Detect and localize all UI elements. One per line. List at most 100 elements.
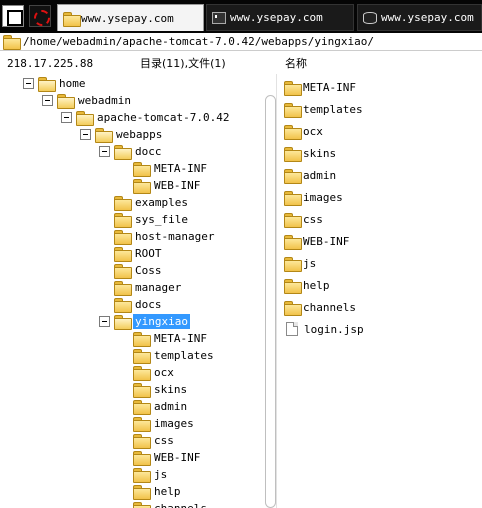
tree-node[interactable]: ROOT bbox=[114, 246, 164, 262]
file-list-item[interactable]: admin bbox=[284, 167, 337, 184]
tree-node[interactable]: docc bbox=[99, 144, 164, 160]
folder-icon bbox=[284, 146, 302, 162]
terminal-icon bbox=[212, 11, 226, 24]
folder-icon bbox=[3, 35, 21, 50]
tree-node[interactable]: home bbox=[23, 76, 88, 92]
collapse-toggle-icon[interactable] bbox=[42, 95, 53, 106]
folder-icon bbox=[133, 349, 151, 364]
file-name: channels bbox=[303, 300, 356, 314]
tree-node[interactable]: META-INF bbox=[133, 161, 209, 177]
folder-icon bbox=[284, 278, 302, 294]
file-name: META-INF bbox=[303, 80, 356, 94]
folder-icon bbox=[114, 281, 132, 296]
tree-node[interactable]: ocx bbox=[133, 365, 176, 381]
file-icon bbox=[286, 322, 298, 336]
tree-node-label: manager bbox=[135, 281, 182, 294]
folder-icon bbox=[114, 315, 132, 330]
file-list-item[interactable]: META-INF bbox=[284, 79, 356, 96]
tree-node-label: examples bbox=[135, 196, 188, 209]
collapse-toggle-icon[interactable] bbox=[61, 112, 72, 123]
tree-node[interactable]: channels bbox=[133, 501, 209, 508]
folder-icon bbox=[284, 212, 302, 228]
file-name: css bbox=[303, 212, 323, 226]
tree-node[interactable]: js bbox=[133, 467, 169, 483]
folder-icon bbox=[95, 128, 113, 143]
folder-icon bbox=[114, 196, 132, 211]
file-list-item[interactable]: ocx bbox=[284, 123, 323, 140]
collapse-toggle-icon[interactable] bbox=[23, 78, 34, 89]
folder-icon bbox=[284, 234, 302, 250]
folder-icon bbox=[114, 264, 132, 279]
file-list-item[interactable]: login.jsp bbox=[284, 321, 364, 337]
tree-node[interactable]: manager bbox=[114, 280, 183, 296]
tree-node[interactable]: Coss bbox=[114, 263, 164, 279]
folder-icon bbox=[57, 94, 75, 109]
tree-node[interactable]: css bbox=[133, 433, 176, 449]
tree-node[interactable]: admin bbox=[133, 399, 189, 415]
pane-splitter[interactable] bbox=[276, 74, 277, 508]
collapse-toggle-icon[interactable] bbox=[99, 146, 110, 157]
server-ip: 218.17.225.88 bbox=[7, 56, 94, 70]
folder-icon bbox=[133, 468, 151, 483]
tree-node[interactable]: WEB-INF bbox=[133, 178, 202, 194]
collapse-toggle-icon[interactable] bbox=[80, 129, 91, 140]
tree-node-label: webadmin bbox=[78, 94, 131, 107]
folder-icon bbox=[284, 124, 302, 140]
collapse-toggle-icon[interactable] bbox=[99, 316, 110, 327]
file-name: login.jsp bbox=[304, 322, 364, 336]
file-list-item[interactable]: WEB-INF bbox=[284, 233, 350, 250]
file-name: WEB-INF bbox=[303, 234, 350, 248]
file-list-item[interactable]: js bbox=[284, 255, 316, 272]
tab-file-manager[interactable]: www.ysepay.com bbox=[57, 4, 204, 31]
folder-icon bbox=[114, 230, 132, 245]
file-list-item[interactable]: help bbox=[284, 277, 330, 294]
file-list-item[interactable]: images bbox=[284, 189, 343, 206]
file-list-item[interactable]: skins bbox=[284, 145, 337, 162]
folder-icon bbox=[114, 213, 132, 228]
tree-node-label: skins bbox=[154, 383, 188, 396]
tree-node[interactable]: META-INF bbox=[133, 331, 209, 347]
folder-icon bbox=[284, 168, 302, 184]
window-menu-button[interactable] bbox=[2, 5, 24, 27]
tree-node[interactable]: help bbox=[133, 484, 183, 500]
name-column-header[interactable]: 名称 bbox=[285, 54, 307, 72]
folder-icon bbox=[284, 256, 302, 272]
tree-node[interactable]: webadmin bbox=[42, 93, 133, 109]
path-bar[interactable]: /home/webadmin/apache-tomcat-7.0.42/weba… bbox=[0, 33, 482, 51]
tree-node[interactable]: sys_file bbox=[114, 212, 190, 228]
tree-node-label: home bbox=[59, 77, 86, 90]
file-list-item[interactable]: templates bbox=[284, 101, 363, 118]
tree-node-label: js bbox=[154, 468, 168, 481]
file-name: admin bbox=[303, 168, 337, 182]
tree-node-label: css bbox=[154, 434, 174, 447]
tree-node[interactable]: WEB-INF bbox=[133, 450, 202, 466]
tree-node-label: yingxiao bbox=[133, 314, 190, 329]
tree-node-label: webapps bbox=[116, 128, 163, 141]
file-name: skins bbox=[303, 146, 337, 160]
tree-node[interactable]: yingxiao bbox=[99, 314, 190, 330]
tree-node[interactable]: skins bbox=[133, 382, 189, 398]
tree-node[interactable]: webapps bbox=[80, 127, 164, 143]
tree-node-label: channels bbox=[152, 501, 209, 508]
tree-scrollbar[interactable] bbox=[265, 95, 276, 508]
tab-terminal[interactable]: www.ysepay.com bbox=[206, 4, 354, 31]
folder-icon bbox=[63, 12, 81, 27]
path-input[interactable]: /home/webadmin/apache-tomcat-7.0.42/weba… bbox=[23, 35, 374, 48]
tree-node[interactable]: docs bbox=[114, 297, 164, 313]
folder-icon bbox=[284, 300, 302, 316]
tab-label: www.ysepay.com bbox=[81, 11, 174, 25]
tree-node[interactable]: apache-tomcat-7.0.42 bbox=[61, 110, 231, 126]
tree-node-label: docc bbox=[135, 145, 162, 158]
tab-database[interactable]: www.ysepay.com bbox=[357, 4, 482, 31]
tree-node[interactable]: images bbox=[133, 416, 196, 432]
tree-node[interactable]: templates bbox=[133, 348, 216, 364]
file-list-item[interactable]: channels bbox=[284, 299, 356, 316]
folder-icon bbox=[114, 247, 132, 262]
file-name: ocx bbox=[303, 124, 323, 138]
stop-button[interactable] bbox=[29, 5, 51, 27]
tree-node[interactable]: examples bbox=[114, 195, 190, 211]
item-count: 目录(11),文件(1) bbox=[140, 57, 226, 70]
tree-node[interactable]: host-manager bbox=[114, 229, 216, 245]
tree-node-label: META-INF bbox=[154, 332, 207, 345]
file-list-item[interactable]: css bbox=[284, 211, 323, 228]
